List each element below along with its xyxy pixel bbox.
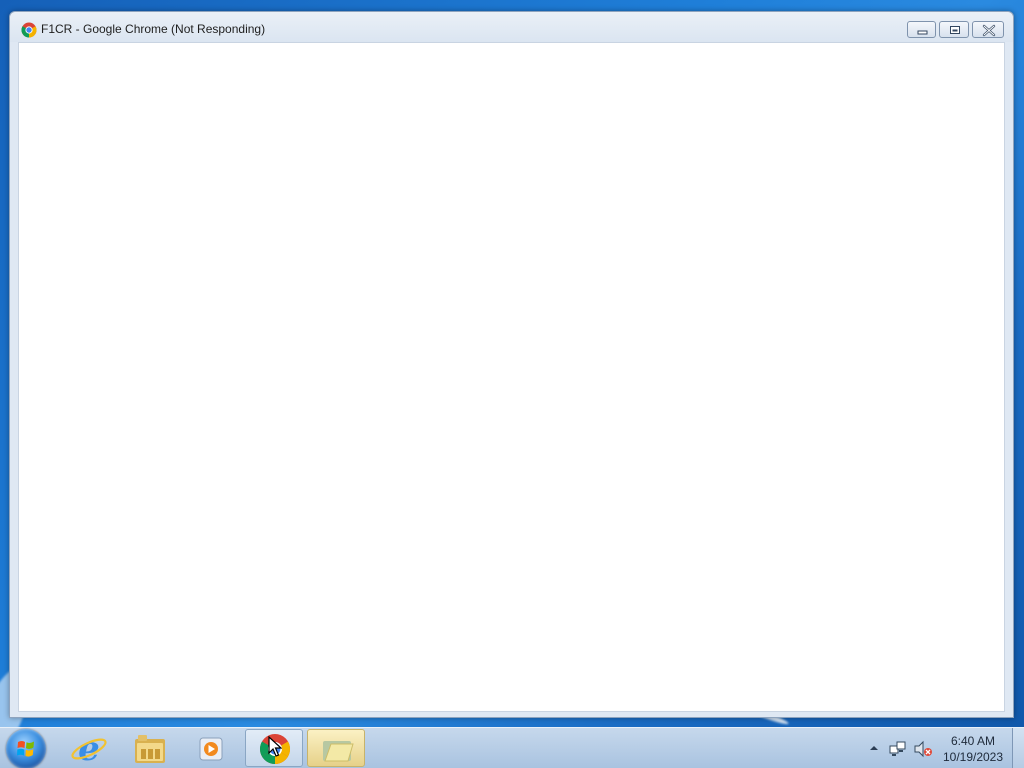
taskbar-item-windows-explorer[interactable] — [121, 729, 179, 767]
svg-text:e: e — [78, 729, 100, 767]
chrome-window[interactable]: F1CR - Google Chrome (Not Responding) — [9, 11, 1014, 718]
minimize-button[interactable] — [907, 21, 936, 38]
folder-library-icon — [135, 735, 165, 763]
tray-up-arrow-icon[interactable] — [869, 743, 879, 753]
taskbar: e 6:40 AM 10/19/2023 — [0, 727, 1024, 768]
minimize-icon — [917, 30, 928, 35]
taskbar-item-windows-media-player[interactable] — [182, 729, 240, 767]
internet-explorer-icon: e — [71, 729, 107, 767]
clock-time: 6:40 AM — [950, 734, 996, 748]
taskbar-item-google-chrome[interactable] — [245, 729, 303, 767]
volume-muted-icon[interactable] — [913, 740, 933, 758]
maximize-button[interactable] — [939, 21, 969, 38]
desktop: F1CR - Google Chrome (Not Responding) e … — [0, 0, 1024, 768]
close-button[interactable] — [972, 21, 1004, 38]
media-player-icon — [199, 737, 223, 761]
close-icon — [982, 24, 996, 37]
taskbar-item-folder[interactable] — [307, 729, 365, 767]
show-desktop-button[interactable] — [1012, 728, 1024, 768]
chrome-icon — [259, 734, 291, 764]
start-button[interactable] — [6, 729, 46, 768]
chrome-icon — [21, 22, 37, 38]
window-title: F1CR - Google Chrome (Not Responding) — [41, 22, 266, 36]
maximize-icon — [950, 26, 960, 34]
network-icon[interactable] — [889, 740, 907, 758]
system-clock[interactable]: 6:40 AM 10/19/2023 — [938, 733, 1008, 765]
taskbar-item-internet-explorer[interactable]: e — [60, 729, 118, 767]
browser-content-area[interactable] — [18, 42, 1005, 712]
folder-icon — [323, 741, 354, 762]
windows-logo-icon — [17, 741, 34, 757]
clock-date: 10/19/2023 — [942, 750, 1004, 764]
window-titlebar[interactable]: F1CR - Google Chrome (Not Responding) — [10, 12, 1013, 42]
